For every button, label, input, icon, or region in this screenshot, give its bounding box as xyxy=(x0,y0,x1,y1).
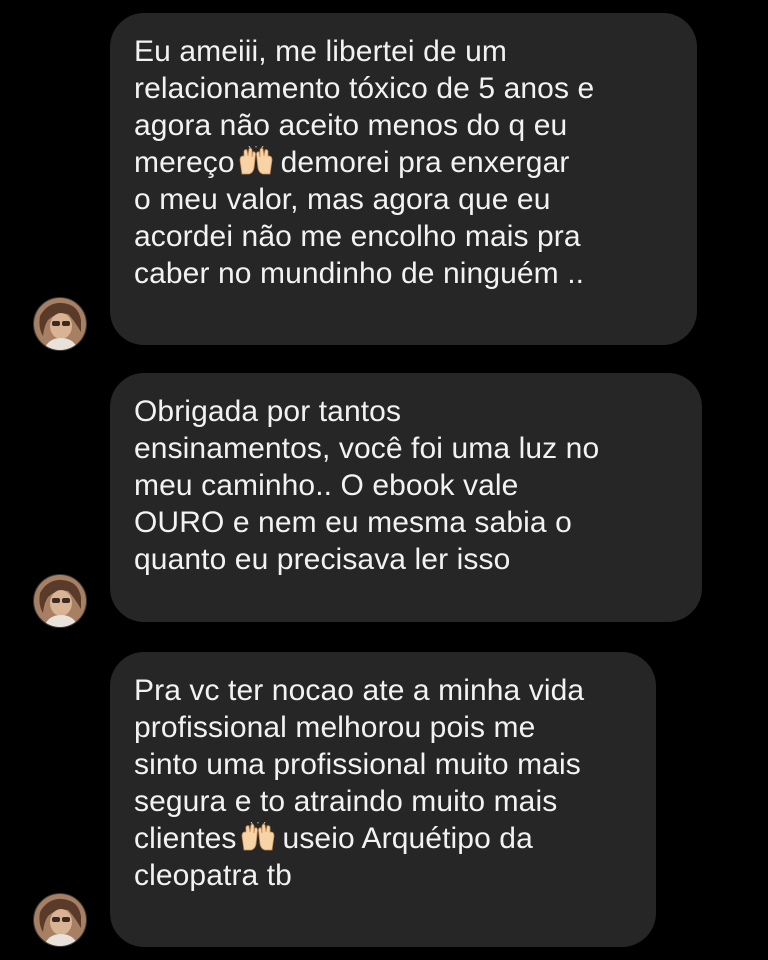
raising-hands-icon xyxy=(239,822,277,852)
avatar[interactable] xyxy=(33,893,87,947)
message-text: Obrigada por tantos ensinamentos, você f… xyxy=(134,395,600,576)
avatar[interactable] xyxy=(33,297,87,351)
message-bubble[interactable]: Obrigada por tantos ensinamentos, você f… xyxy=(110,373,702,622)
message-bubble[interactable]: Eu ameiii, me libertei de um relacioname… xyxy=(110,13,697,345)
message-bubble[interactable]: Pra vc ter nocao ate a minha vida profis… xyxy=(110,652,656,947)
raising-hands-icon xyxy=(237,146,275,176)
avatar[interactable] xyxy=(33,574,87,628)
message-thread: Eu ameiii, me libertei de um relacioname… xyxy=(0,0,768,960)
